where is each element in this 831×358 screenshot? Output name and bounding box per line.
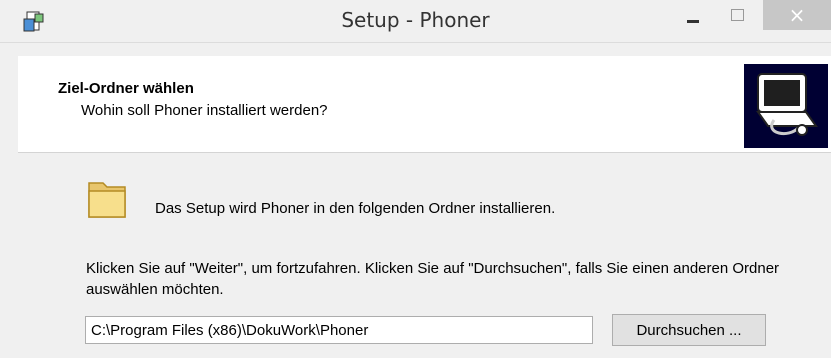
- page-title: Ziel-Ordner wählen: [58, 80, 194, 97]
- minimize-icon: [687, 20, 699, 23]
- maximize-button[interactable]: [714, 0, 759, 30]
- instructions-text: Klicken Sie auf "Weiter", um fortzufahre…: [86, 260, 780, 298]
- browse-button[interactable]: Durchsuchen ...: [612, 314, 766, 346]
- destination-info-text: Das Setup wird Phoner in den folgenden O…: [155, 200, 556, 217]
- title-bar: Setup - Phoner ×: [0, 0, 831, 43]
- close-icon: ×: [788, 3, 806, 27]
- close-button[interactable]: ×: [763, 0, 831, 30]
- maximize-icon: [731, 9, 744, 21]
- page-subtitle: Wohin soll Phoner installiert werden?: [81, 102, 328, 119]
- minimize-button[interactable]: [672, 0, 714, 30]
- destination-path-input[interactable]: [85, 316, 593, 344]
- folder-icon: [88, 182, 126, 218]
- install-computer-icon: [744, 64, 828, 148]
- wizard-header: Ziel-Ordner wählen Wohin soll Phoner ins…: [18, 56, 831, 153]
